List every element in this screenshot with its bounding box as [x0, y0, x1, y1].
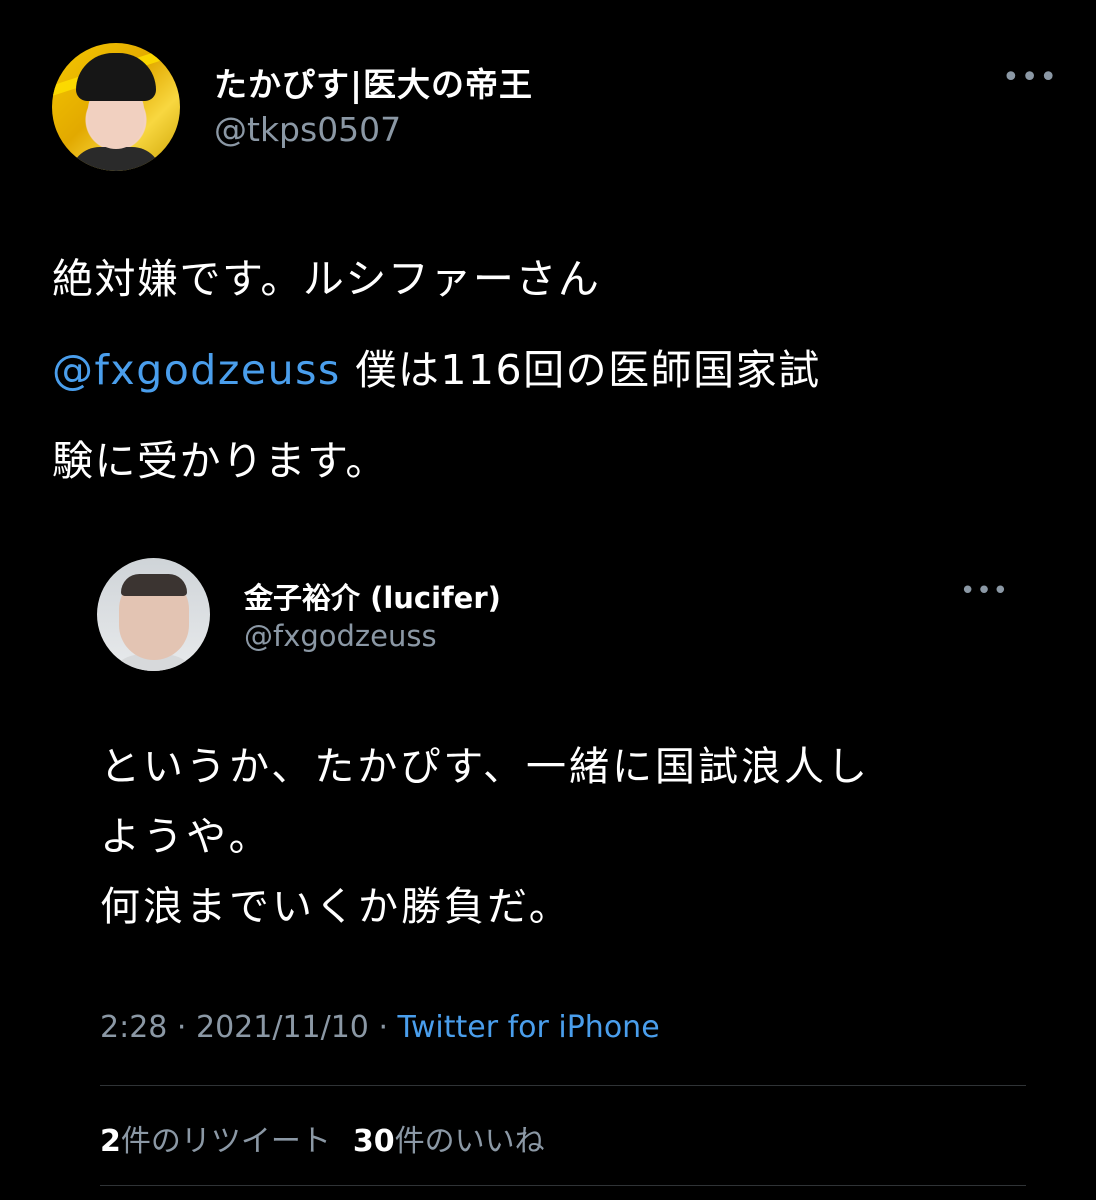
quoted-tweet-text: というか、たかぴす、一緒に国試浪人し ようや。 何浪までいくか勝負だ。	[100, 732, 1020, 942]
tweet-line-text: 僕は116回の医師国家試	[340, 346, 821, 394]
tweet-source-link[interactable]: Twitter for iPhone	[398, 1010, 660, 1045]
author-avatar[interactable]	[52, 43, 180, 171]
mention-link[interactable]: @fxgodzeuss	[52, 346, 341, 394]
tweet-line: @fxgodzeuss 僕は116回の医師国家試	[52, 325, 1042, 416]
tweet-stats: 2件のリツイート 30件のいいね	[100, 1116, 545, 1160]
meta-separator: ·	[167, 1010, 196, 1045]
likes-label: 件のいいね	[394, 1124, 545, 1159]
quoted-tweet-line: 何浪までいくか勝負だ。	[100, 884, 572, 930]
retweets-label: 件のリツイート	[120, 1124, 331, 1159]
meta-separator: ·	[368, 1010, 398, 1045]
divider	[100, 1185, 1026, 1186]
likes-stat[interactable]: 30件のいいね	[353, 1124, 545, 1159]
more-options-icon[interactable]: •••	[1002, 60, 1058, 95]
quoted-tweet-line: ようや。	[100, 814, 272, 860]
avatar-hair	[121, 574, 187, 596]
avatar-shirt	[70, 147, 162, 171]
likes-count: 30	[352, 1124, 395, 1159]
author-display-name[interactable]: たかぴす|医大の帝王	[214, 58, 533, 106]
tweet-line: 絶対嫌です。ルシファーさん	[52, 255, 601, 303]
quoted-author-handle[interactable]: @fxgodzeuss	[244, 619, 437, 653]
quoted-author-avatar[interactable]	[97, 558, 210, 671]
quoted-author-display-name[interactable]: 金子裕介 (lucifer)	[244, 575, 501, 617]
tweet-time[interactable]: 2:28	[100, 1010, 167, 1045]
quoted-more-options-icon[interactable]: •••	[960, 576, 1009, 606]
tweet-line: 験に受かります。	[52, 437, 388, 485]
tweet-date[interactable]: 2021/11/10	[196, 1010, 369, 1045]
tweet-meta: 2:28 · 2021/11/10 · Twitter for iPhone	[100, 1010, 660, 1045]
tweet-text: 絶対嫌です。ルシファーさん @fxgodzeuss 僕は116回の医師国家試 験…	[52, 234, 1042, 507]
author-handle[interactable]: @tkps0507	[214, 110, 401, 149]
retweets-count: 2	[100, 1124, 121, 1159]
divider	[100, 1085, 1026, 1086]
retweets-stat[interactable]: 2件のリツイート	[100, 1124, 331, 1159]
quoted-tweet-line: というか、たかぴす、一緒に国試浪人し	[100, 744, 870, 790]
